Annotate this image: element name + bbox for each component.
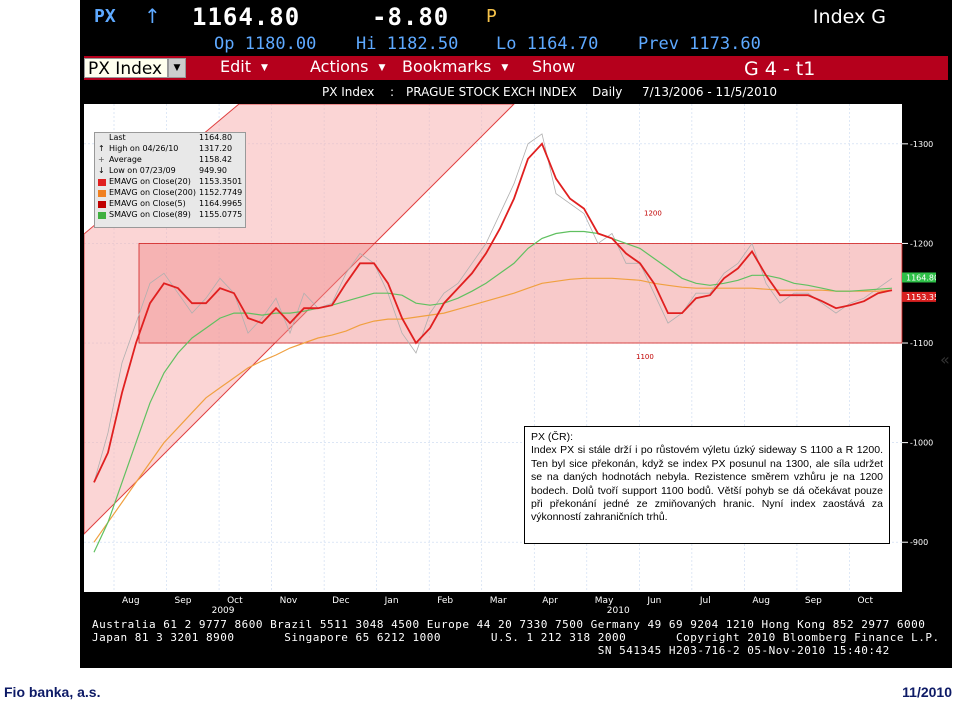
x-tick-label: Sep [804, 596, 822, 606]
legend-value: 949.90 [199, 166, 227, 175]
x-tick-label: Oct [227, 596, 243, 606]
comment-text: Index PX si stále drží i po růstovém výl… [531, 444, 883, 524]
y-tick-label: -1100 [910, 339, 933, 348]
x-tick-label: May [594, 596, 614, 606]
x-tick-label: Nov [279, 596, 298, 606]
x-tick-label: Aug [752, 596, 770, 606]
x-tick-label: Mar [489, 596, 507, 606]
legend-name: SMAVG on Close(89) [109, 210, 191, 219]
y-tick-label: -1000 [910, 439, 933, 448]
footer-line-2: Japan 81 3 3201 8900 Singapore 65 6212 1… [92, 631, 940, 644]
open-price: Op 1180.00 [214, 34, 317, 54]
x-tick-label: Jun [647, 596, 662, 606]
security-label: Index G [812, 6, 886, 28]
y-tick-label: -1200 [910, 239, 933, 248]
y-tick-label: -900 [910, 538, 928, 547]
caret-down-icon: ▼ [260, 62, 268, 73]
color-swatch [98, 190, 106, 197]
x-year-label: 2009 [211, 606, 235, 616]
legend-name: EMAVG on Close(5) [109, 199, 186, 208]
level-annotation: 1200 [644, 209, 662, 217]
legend-value: 1164.80 [199, 133, 233, 142]
legend-name: EMAVG on Close(200) [109, 188, 196, 197]
x-tick-label: Apr [542, 596, 558, 606]
legend-entry: EMAVG on Close(20) 1153.3501 [95, 177, 245, 188]
color-swatch [98, 179, 106, 186]
legend-value: 1164.9965 [199, 199, 243, 208]
none [98, 135, 106, 142]
legend-name: Average [109, 155, 142, 164]
bloomberg-terminal: PX ↑ 1164.80 -8.80 P Index G Op 1180.00 … [80, 0, 952, 668]
chart-frequency: Daily [592, 85, 623, 99]
footer-line-3: SN 541345 H203-716-2 05-Nov-2010 15:40:4… [92, 644, 890, 657]
legend-value: 1153.3501 [199, 177, 243, 186]
caret-down-icon: ▼ [378, 62, 386, 73]
collapse-chevron-icon[interactable]: « [940, 350, 950, 369]
chevron-down-icon[interactable]: ▼ [168, 58, 186, 78]
legend-entry: + Average 1158.42 [95, 155, 245, 166]
legend-name: Low on 07/23/09 [109, 166, 176, 175]
legend-name: High on 04/26/10 [109, 144, 179, 153]
average-marker-icon: + [98, 155, 105, 164]
x-tick-label: Sep [174, 596, 192, 606]
chart-legend: Last 1164.80 ↑ High on 04/26/10 1317.20 + Aver… [94, 132, 246, 228]
footer-line-1: Australia 61 2 9777 8600 Brazil 5511 304… [92, 618, 926, 631]
legend-name: Last [109, 133, 126, 142]
legend-entry: EMAVG on Close(200) 1152.7749 [95, 188, 245, 199]
security-field[interactable]: PX Index [84, 58, 168, 79]
legend-entry: SMAVG on Close(89) 1155.0775 [95, 210, 245, 221]
menu-show[interactable]: Show [532, 57, 575, 76]
sideways-band [138, 243, 903, 344]
legend-value: 1158.42 [199, 155, 233, 164]
price-tag-label: 1164.80 [906, 273, 936, 282]
caret-down-icon: ▼ [501, 62, 509, 73]
legend-entry: EMAVG on Close(5) 1164.9965 [95, 199, 245, 210]
down-marker-icon: ↓ [98, 166, 105, 175]
x-tick-label: Jul [699, 596, 711, 606]
x-tick-label: Jan [384, 596, 399, 606]
page-number: G 4 - t1 [744, 58, 816, 80]
chart-date-range: 7/13/2006 - 11/5/2010 [642, 85, 778, 99]
price-change: -8.80 [372, 3, 450, 31]
company-name: Fio banka, a.s. [4, 684, 101, 700]
y-tick-label: -1300 [910, 140, 933, 149]
legend-name: EMAVG on Close(20) [109, 177, 191, 186]
prev-price: Prev 1173.60 [638, 34, 761, 54]
analyst-comment: PX (ČR): Index PX si stále drží i po růs… [524, 426, 890, 544]
up-marker-icon: ↑ [98, 144, 105, 153]
chart-title-bar: PX Index : PRAGUE STOCK EXCH INDEX Daily… [80, 82, 952, 102]
high-price: Hi 1182.50 [356, 34, 459, 54]
x-tick-label: Aug [122, 596, 140, 606]
chart-title-sep: : [390, 85, 395, 99]
chart-exchange: PRAGUE STOCK EXCH INDEX [406, 85, 577, 99]
price-tag-label: 1153.35 [906, 293, 936, 302]
color-swatch [98, 212, 106, 219]
x-year-label: 2010 [606, 606, 630, 616]
ticker: PX [94, 6, 116, 27]
menu-bookmarks[interactable]: Bookmarks ▼ [402, 57, 508, 76]
level-annotation: 1100 [636, 353, 654, 361]
up-arrow-icon: ↑ [144, 4, 161, 28]
comment-title: PX (ČR): [531, 431, 573, 443]
menu-actions[interactable]: Actions ▼ [310, 57, 385, 76]
x-tick-label: Feb [437, 596, 454, 606]
report-date: 11/2010 [902, 684, 952, 700]
x-tick-label: Dec [332, 596, 350, 606]
legend-value: 1155.0775 [199, 210, 243, 219]
legend-value: 1317.20 [199, 144, 233, 153]
menu-edit[interactable]: Edit ▼ [220, 57, 268, 76]
chart-security: PX Index [322, 85, 375, 99]
last-price: 1164.80 [192, 3, 301, 31]
legend-entry: ↑ High on 04/26/10 1317.20 [95, 144, 245, 155]
low-price: Lo 1164.70 [496, 34, 599, 54]
x-tick-label: Oct [857, 596, 874, 606]
color-swatch [98, 201, 106, 208]
menu-bar: PX Index ▼ Edit ▼ Actions ▼ Bookmarks ▼ Sho… [84, 56, 948, 80]
price-flag: P [486, 6, 497, 27]
legend-entry: ↓ Low on 07/23/09 949.90 [95, 166, 245, 177]
legend-value: 1152.7749 [199, 188, 243, 197]
legend-entry: Last 1164.80 [95, 133, 245, 144]
